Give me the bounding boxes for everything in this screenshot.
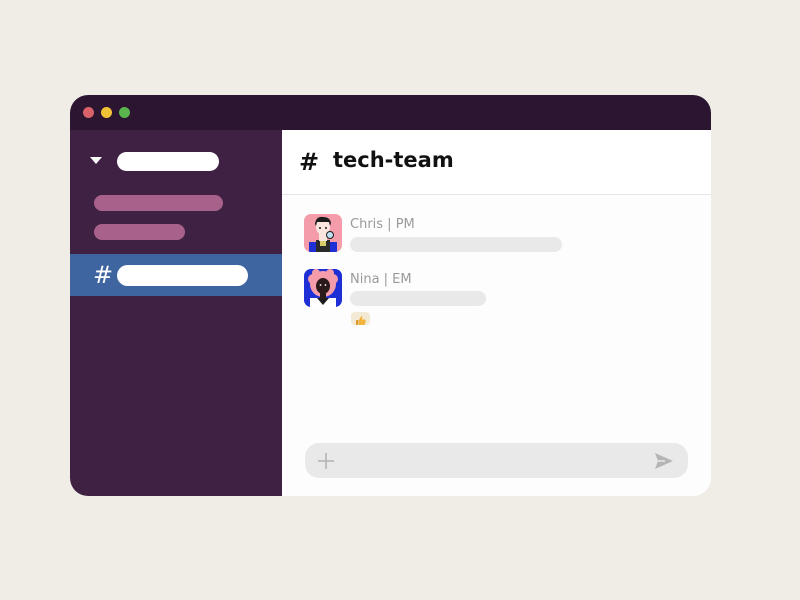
- message-text-placeholder: [350, 291, 486, 306]
- message-input[interactable]: [347, 450, 641, 474]
- message-author[interactable]: Chris | PM: [350, 216, 415, 233]
- title-bar: [70, 95, 711, 130]
- close-window-button[interactable]: [83, 107, 94, 118]
- message-composer: [305, 443, 688, 478]
- channel-header: # tech-team: [282, 130, 711, 195]
- plus-icon[interactable]: [315, 450, 337, 472]
- send-icon[interactable]: [653, 450, 675, 472]
- channel-name-placeholder: [117, 265, 248, 286]
- hash-icon: #: [93, 261, 114, 289]
- sidebar-item-active-channel[interactable]: #: [70, 254, 282, 296]
- hash-icon: #: [299, 148, 320, 176]
- main-panel: # tech-team Chris | PM Nina | EM: [282, 130, 711, 496]
- workspace-name-placeholder[interactable]: [117, 152, 219, 171]
- person-avatar-icon: [304, 214, 342, 252]
- maximize-window-button[interactable]: [119, 107, 130, 118]
- app-window: # # tech-team Chris | PM Nina | EM: [70, 95, 711, 496]
- avatar[interactable]: [304, 269, 342, 307]
- reaction-badge[interactable]: [351, 312, 370, 325]
- minimize-window-button[interactable]: [101, 107, 112, 118]
- avatar[interactable]: [304, 214, 342, 252]
- sidebar-item-placeholder[interactable]: [94, 195, 223, 211]
- message-author[interactable]: Nina | EM: [350, 271, 412, 288]
- sidebar: #: [70, 130, 282, 496]
- thumbs-up-icon: [356, 316, 366, 325]
- caret-down-icon[interactable]: [90, 157, 102, 164]
- person-avatar-icon: [304, 269, 342, 307]
- message-text-placeholder: [350, 237, 562, 252]
- channel-title[interactable]: tech-team: [333, 145, 454, 175]
- sidebar-item-placeholder[interactable]: [94, 224, 185, 240]
